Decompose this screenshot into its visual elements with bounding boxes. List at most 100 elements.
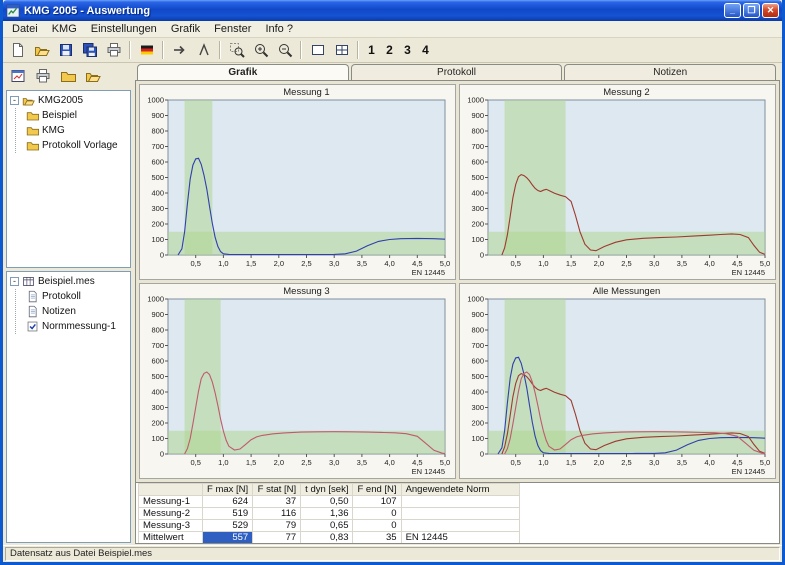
row-label: Messung-2: [139, 508, 203, 520]
maximize-button[interactable]: ❐: [743, 3, 760, 18]
table-row[interactable]: Mittelwert557770,8335EN 12445: [139, 532, 520, 544]
titlebar[interactable]: KMG 2005 - Auswertung _ ❐ ✕: [3, 0, 782, 21]
cell-value: 37: [253, 496, 301, 508]
expander-icon[interactable]: -: [10, 277, 19, 286]
print-button[interactable]: [102, 39, 125, 61]
open-button[interactable]: [30, 39, 53, 61]
svg-text:600: 600: [471, 357, 484, 366]
svg-text:2,0: 2,0: [274, 259, 284, 268]
tree-item[interactable]: Protokoll: [18, 289, 129, 304]
table-row[interactable]: Messung-25191161,360: [139, 508, 520, 520]
cell-value: 624: [203, 496, 253, 508]
svg-text:Messung 2: Messung 2: [603, 87, 649, 98]
results-table: F max [N]F stat [N]t dyn [sek]F end [N]A…: [138, 483, 520, 543]
svg-text:500: 500: [151, 173, 164, 182]
svg-text:0,5: 0,5: [510, 259, 520, 268]
tab-grafik[interactable]: Grafik: [137, 64, 349, 80]
folder-button[interactable]: [56, 66, 79, 87]
tab-protokoll[interactable]: Protokoll: [351, 64, 563, 80]
svg-text:Messung 1: Messung 1: [283, 87, 329, 98]
chart-canvas: Messung 30100200300400500600700800900100…: [140, 284, 455, 478]
folder-icon: [60, 68, 76, 84]
new-icon: [10, 42, 26, 58]
arrow-right-button[interactable]: [168, 39, 191, 61]
save-all-button[interactable]: [78, 39, 101, 61]
svg-text:1000: 1000: [467, 96, 484, 105]
svg-text:400: 400: [151, 189, 164, 198]
table-row[interactable]: Messung-1624370,50107: [139, 496, 520, 508]
svg-text:800: 800: [471, 326, 484, 335]
new-button[interactable]: [6, 39, 29, 61]
cell-value: [401, 496, 519, 508]
menu-datei[interactable]: Datei: [5, 22, 45, 36]
expander-icon[interactable]: -: [10, 96, 19, 105]
tree-root-label: KMG2005: [38, 95, 83, 106]
folder-icon: [26, 139, 39, 152]
row-label: Messung-3: [139, 520, 203, 532]
zoom-out-button[interactable]: [273, 39, 296, 61]
chart-panel-1[interactable]: Messung 10100200300400500600700800900100…: [139, 84, 456, 280]
document-icon: [26, 305, 39, 318]
tree-item[interactable]: Protokoll Vorlage: [18, 138, 129, 153]
svg-text:600: 600: [471, 158, 484, 167]
printer-button[interactable]: [31, 66, 54, 87]
cell-value: 79: [253, 520, 301, 532]
svg-text:4,0: 4,0: [384, 259, 394, 268]
svg-text:0: 0: [160, 450, 164, 459]
svg-text:1000: 1000: [467, 295, 484, 304]
menu-grafik[interactable]: Grafik: [164, 22, 207, 36]
tree-item[interactable]: Beispiel: [18, 108, 129, 123]
quad-view-button[interactable]: [330, 39, 353, 61]
charts-grid: Messung 10100200300400500600700800900100…: [136, 81, 779, 482]
svg-text:300: 300: [151, 403, 164, 412]
menu-einstellungen[interactable]: Einstellungen: [84, 22, 164, 36]
cell-value: 1,36: [301, 508, 353, 520]
cell-value: 519: [203, 508, 253, 520]
german-flag-icon: [139, 42, 155, 58]
german-flag-button[interactable]: [135, 39, 158, 61]
file-tree-root[interactable]: - Beispiel.mes: [8, 274, 129, 289]
view-3-button[interactable]: 3: [399, 39, 416, 61]
svg-text:1,5: 1,5: [566, 259, 576, 268]
svg-text:900: 900: [151, 310, 164, 319]
cursor-button[interactable]: [192, 39, 215, 61]
zoom-select-button[interactable]: [225, 39, 248, 61]
svg-text:EN 12445: EN 12445: [732, 268, 765, 277]
view-1-button[interactable]: 1: [363, 39, 380, 61]
tree-item[interactable]: KMG: [18, 123, 129, 138]
svg-text:3,5: 3,5: [357, 259, 367, 268]
table-row[interactable]: Messung-3529790,650: [139, 520, 520, 532]
tree-root-label: Beispiel.mes: [38, 276, 95, 287]
menu-kmg[interactable]: KMG: [45, 22, 84, 36]
svg-text:300: 300: [151, 204, 164, 213]
menu-fenster[interactable]: Fenster: [207, 22, 258, 36]
chart-panel-4[interactable]: Alle Messungen01002003004005006007008009…: [459, 283, 776, 479]
chart-panel-3[interactable]: Messung 30100200300400500600700800900100…: [139, 283, 456, 479]
single-view-button[interactable]: [306, 39, 329, 61]
menu-info[interactable]: Info ?: [258, 22, 300, 36]
chart-window-button[interactable]: [6, 66, 29, 87]
app-icon: [6, 4, 20, 18]
save-button[interactable]: [54, 39, 77, 61]
zoom-in-button[interactable]: [249, 39, 272, 61]
cell-value: 116: [253, 508, 301, 520]
minimize-button[interactable]: _: [724, 3, 741, 18]
svg-text:1,5: 1,5: [566, 458, 576, 467]
chart-panel-2[interactable]: Messung 20100200300400500600700800900100…: [459, 84, 776, 280]
tab-notizen[interactable]: Notizen: [564, 64, 776, 80]
project-tree[interactable]: - KMG2005 BeispielKMGProtokoll Vorlage: [6, 90, 131, 268]
tree-item[interactable]: Normmessung-1: [18, 319, 129, 334]
menubar: DateiKMGEinstellungenGrafikFensterInfo ?: [3, 21, 782, 38]
tree-item[interactable]: Notizen: [18, 304, 129, 319]
open-icon: [34, 42, 50, 58]
svg-text:0: 0: [480, 450, 484, 459]
close-button[interactable]: ✕: [762, 3, 779, 18]
svg-text:0: 0: [160, 251, 164, 260]
cell-value: EN 12445: [401, 532, 519, 544]
project-tree-root[interactable]: - KMG2005: [8, 93, 129, 108]
folder-open-button[interactable]: [81, 66, 104, 87]
file-tree[interactable]: - Beispiel.mes ProtokollNotizenNormmessung…: [6, 271, 131, 543]
view-2-button[interactable]: 2: [381, 39, 398, 61]
svg-text:1,5: 1,5: [246, 259, 256, 268]
view-4-button[interactable]: 4: [417, 39, 434, 61]
